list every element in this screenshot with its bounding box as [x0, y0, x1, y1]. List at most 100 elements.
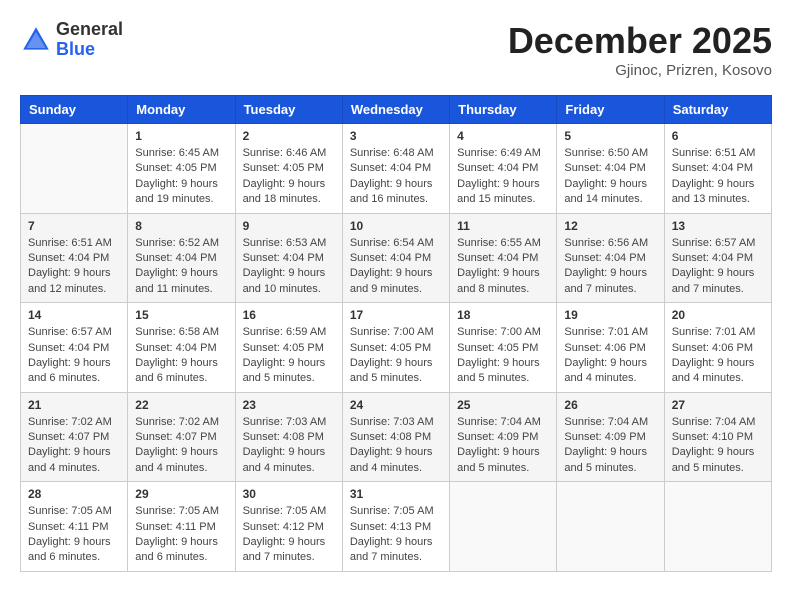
calendar-day-cell: 6 Sunrise: 6:51 AMSunset: 4:04 PMDaylight… — [664, 124, 771, 214]
day-number: 22 — [135, 398, 227, 412]
calendar-day-cell: 19Sunrise: 7:01 AMSunset: 4:06 PMDayligh… — [557, 303, 664, 393]
day-info: Sunrise: 6:57 AMSunset: 4:04 PMDaylight:… — [28, 325, 120, 387]
calendar-day-cell: 27Sunrise: 7:04 AMSunset: 4:10 PMDayligh… — [664, 392, 771, 482]
day-number: 23 — [243, 398, 335, 412]
calendar-day-cell: 25 Sunrise: 7:04 AMSunset: 4:09 PMDayligh… — [450, 392, 557, 482]
day-info: Sunrise: 6:57 AMSunset: 4:04 PMDaylight:… — [672, 236, 764, 298]
calendar-table: SundayMondayTuesdayWednesdayThursdayFrid… — [20, 95, 772, 572]
column-header-sunday: Sunday — [21, 96, 128, 124]
day-info: Sunrise: 6:51 AMSunset: 4:04 PMDaylight:… — [672, 146, 764, 208]
day-info: Sunrise: 6:58 AMSunset: 4:04 PMDaylight:… — [135, 325, 227, 387]
logo-blue: Blue — [56, 39, 95, 59]
day-info: Sunrise: 7:05 AMSunset: 4:13 PMDaylight:… — [350, 504, 442, 566]
day-info: Sunrise: 7:05 AMSunset: 4:12 PMDaylight:… — [243, 504, 335, 566]
calendar-week-row: 28Sunrise: 7:05 AMSunset: 4:11 PMDayligh… — [21, 482, 772, 572]
calendar-day-cell: 29 Sunrise: 7:05 AMSunset: 4:11 PMDayligh… — [128, 482, 235, 572]
day-number: 31 — [350, 487, 442, 501]
day-info: Sunrise: 6:56 AMSunset: 4:04 PMDaylight:… — [564, 236, 656, 298]
calendar-week-row: 1 Sunrise: 6:45 AMSunset: 4:05 PMDaylight… — [21, 124, 772, 214]
calendar-day-cell — [664, 482, 771, 572]
day-number: 25 — [457, 398, 549, 412]
calendar-day-cell: 18Sunrise: 7:00 AMSunset: 4:05 PMDayligh… — [450, 303, 557, 393]
calendar-day-cell: 5 Sunrise: 6:50 AMSunset: 4:04 PMDaylight… — [557, 124, 664, 214]
calendar-day-cell: 15 Sunrise: 6:58 AMSunset: 4:04 PMDayligh… — [128, 303, 235, 393]
day-info: Sunrise: 7:04 AMSunset: 4:09 PMDaylight:… — [457, 415, 549, 477]
calendar-day-cell: 9Sunrise: 6:53 AMSunset: 4:04 PMDaylight… — [235, 213, 342, 303]
day-info: Sunrise: 7:02 AMSunset: 4:07 PMDaylight:… — [28, 415, 120, 477]
day-number: 27 — [672, 398, 764, 412]
day-number: 4 — [457, 129, 549, 143]
day-info: Sunrise: 6:54 AMSunset: 4:04 PMDaylight:… — [350, 236, 442, 298]
column-header-friday: Friday — [557, 96, 664, 124]
day-number: 8 — [135, 219, 227, 233]
day-info: Sunrise: 7:01 AMSunset: 4:06 PMDaylight:… — [672, 325, 764, 387]
day-info: Sunrise: 7:05 AMSunset: 4:11 PMDaylight:… — [135, 504, 227, 566]
calendar-day-cell: 26 Sunrise: 7:04 AMSunset: 4:09 PMDayligh… — [557, 392, 664, 482]
calendar-day-cell: 31 Sunrise: 7:05 AMSunset: 4:13 PMDayligh… — [342, 482, 449, 572]
day-number: 6 — [672, 129, 764, 143]
column-header-wednesday: Wednesday — [342, 96, 449, 124]
day-info: Sunrise: 6:52 AMSunset: 4:04 PMDaylight:… — [135, 236, 227, 298]
day-number: 15 — [135, 308, 227, 322]
calendar-day-cell: 22 Sunrise: 7:02 AMSunset: 4:07 PMDayligh… — [128, 392, 235, 482]
calendar-day-cell: 24Sunrise: 7:03 AMSunset: 4:08 PMDayligh… — [342, 392, 449, 482]
day-number: 16 — [243, 308, 335, 322]
title-block: December 2025 Gjinoc, Prizren, Kosovo — [508, 20, 772, 79]
day-number: 30 — [243, 487, 335, 501]
day-number: 14 — [28, 308, 120, 322]
calendar-day-cell: 12 Sunrise: 6:56 AMSunset: 4:04 PMDayligh… — [557, 213, 664, 303]
day-info: Sunrise: 6:55 AMSunset: 4:04 PMDaylight:… — [457, 236, 549, 298]
calendar-week-row: 14 Sunrise: 6:57 AMSunset: 4:04 PMDayligh… — [21, 303, 772, 393]
day-info: Sunrise: 7:05 AMSunset: 4:11 PMDaylight:… — [28, 504, 120, 566]
column-header-monday: Monday — [128, 96, 235, 124]
day-number: 13 — [672, 219, 764, 233]
day-info: Sunrise: 6:48 AMSunset: 4:04 PMDaylight:… — [350, 146, 442, 208]
calendar-day-cell: 11Sunrise: 6:55 AMSunset: 4:04 PMDayligh… — [450, 213, 557, 303]
day-info: Sunrise: 6:59 AMSunset: 4:05 PMDaylight:… — [243, 325, 335, 387]
calendar-header-row: SundayMondayTuesdayWednesdayThursdayFrid… — [21, 96, 772, 124]
calendar-day-cell: 21Sunrise: 7:02 AMSunset: 4:07 PMDayligh… — [21, 392, 128, 482]
calendar-day-cell: 28Sunrise: 7:05 AMSunset: 4:11 PMDayligh… — [21, 482, 128, 572]
day-number: 19 — [564, 308, 656, 322]
column-header-tuesday: Tuesday — [235, 96, 342, 124]
day-number: 5 — [564, 129, 656, 143]
day-info: Sunrise: 6:45 AMSunset: 4:05 PMDaylight:… — [135, 146, 227, 208]
day-number: 12 — [564, 219, 656, 233]
logo-text: General Blue — [56, 20, 123, 60]
day-number: 7 — [28, 219, 120, 233]
day-info: Sunrise: 6:50 AMSunset: 4:04 PMDaylight:… — [564, 146, 656, 208]
day-number: 3 — [350, 129, 442, 143]
day-number: 10 — [350, 219, 442, 233]
day-number: 26 — [564, 398, 656, 412]
day-info: Sunrise: 7:04 AMSunset: 4:09 PMDaylight:… — [564, 415, 656, 477]
day-info: Sunrise: 7:03 AMSunset: 4:08 PMDaylight:… — [243, 415, 335, 477]
calendar-day-cell — [557, 482, 664, 572]
calendar-day-cell: 20 Sunrise: 7:01 AMSunset: 4:06 PMDayligh… — [664, 303, 771, 393]
location: Gjinoc, Prizren, Kosovo — [508, 62, 772, 79]
day-number: 24 — [350, 398, 442, 412]
calendar-day-cell: 13 Sunrise: 6:57 AMSunset: 4:04 PMDayligh… — [664, 213, 771, 303]
logo: General Blue — [20, 20, 123, 60]
calendar-day-cell: 3 Sunrise: 6:48 AMSunset: 4:04 PMDaylight… — [342, 124, 449, 214]
calendar-week-row: 21Sunrise: 7:02 AMSunset: 4:07 PMDayligh… — [21, 392, 772, 482]
day-number: 17 — [350, 308, 442, 322]
column-header-saturday: Saturday — [664, 96, 771, 124]
day-number: 18 — [457, 308, 549, 322]
month-title: December 2025 — [508, 20, 772, 62]
day-number: 1 — [135, 129, 227, 143]
day-number: 20 — [672, 308, 764, 322]
calendar-day-cell: 23 Sunrise: 7:03 AMSunset: 4:08 PMDayligh… — [235, 392, 342, 482]
column-header-thursday: Thursday — [450, 96, 557, 124]
page-header: General Blue December 2025 Gjinoc, Prizr… — [20, 20, 772, 79]
calendar-day-cell: 10 Sunrise: 6:54 AMSunset: 4:04 PMDayligh… — [342, 213, 449, 303]
calendar-day-cell: 7Sunrise: 6:51 AMSunset: 4:04 PMDaylight… — [21, 213, 128, 303]
logo-icon — [20, 24, 52, 56]
calendar-day-cell: 16 Sunrise: 6:59 AMSunset: 4:05 PMDayligh… — [235, 303, 342, 393]
day-number: 29 — [135, 487, 227, 501]
logo-general: General — [56, 19, 123, 39]
calendar-week-row: 7Sunrise: 6:51 AMSunset: 4:04 PMDaylight… — [21, 213, 772, 303]
day-number: 9 — [243, 219, 335, 233]
day-info: Sunrise: 7:02 AMSunset: 4:07 PMDaylight:… — [135, 415, 227, 477]
day-info: Sunrise: 6:46 AMSunset: 4:05 PMDaylight:… — [243, 146, 335, 208]
day-info: Sunrise: 6:49 AMSunset: 4:04 PMDaylight:… — [457, 146, 549, 208]
